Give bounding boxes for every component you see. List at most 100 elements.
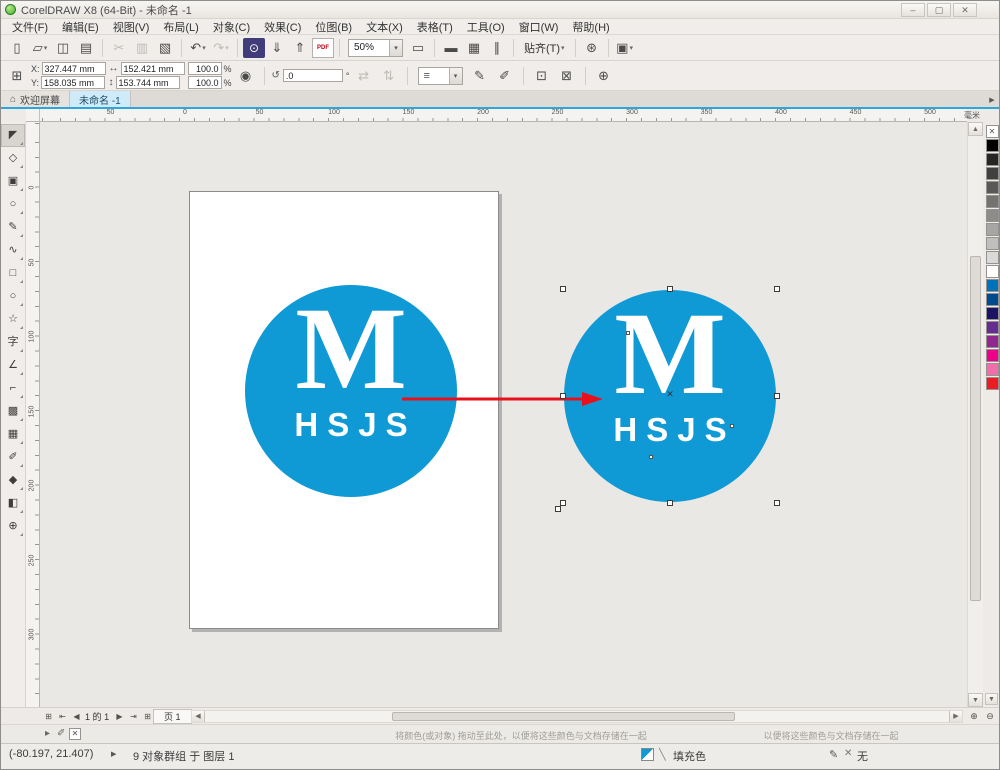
paste-button[interactable]: ▧: [154, 37, 176, 59]
edit-outline-button[interactable]: ✐: [494, 65, 516, 87]
color-swatch-7[interactable]: [985, 223, 999, 236]
color-swatch-10[interactable]: [985, 265, 999, 278]
color-swatch-13[interactable]: [985, 307, 999, 320]
show-grid-button[interactable]: ▦: [463, 37, 485, 59]
y-position-input[interactable]: [41, 76, 106, 89]
horizontal-ruler[interactable]: 50 0 50 100 150 200 250 300 350 400 450 500: [40, 109, 967, 122]
menu-item-file[interactable]: 文件(F): [5, 19, 55, 35]
ungroup-objects-button[interactable]: ⊠: [556, 65, 578, 87]
polygon-tool[interactable]: ☆: [1, 308, 25, 331]
export-button[interactable]: ⇑: [289, 37, 311, 59]
no-color-well[interactable]: ✕: [69, 728, 81, 740]
scale-horizontal-input[interactable]: [187, 62, 222, 75]
red-arrow[interactable]: [398, 388, 608, 410]
vertical-ruler[interactable]: 0 50 100 150 200 250 300: [26, 122, 40, 707]
smart-fill-tool[interactable]: ◧: [1, 492, 25, 515]
menu-item-text[interactable]: 文本(X): [359, 19, 410, 35]
rotation-angle-input[interactable]: [282, 69, 343, 82]
copy-button[interactable]: ▥: [131, 37, 153, 59]
first-page-button[interactable]: ⇤: [56, 710, 69, 723]
scroll-left-button[interactable]: ◀: [192, 711, 205, 722]
color-swatch-5[interactable]: [985, 195, 999, 208]
redo-button[interactable]: ↷ ▾: [210, 37, 232, 59]
fill-color-swatch[interactable]: [641, 748, 654, 761]
last-page-button[interactable]: ⇥: [127, 710, 140, 723]
selection-handle[interactable]: [560, 286, 566, 292]
object-height-input[interactable]: [115, 76, 180, 89]
quick-pan-button[interactable]: ⊖: [983, 710, 997, 723]
maximize-button[interactable]: ▢: [927, 2, 951, 17]
save-button[interactable]: ◫: [52, 37, 74, 59]
palette-scroll-down-button[interactable]: ▼: [985, 693, 998, 705]
tab-welcome-screen[interactable]: ⌂ 欢迎屏幕: [1, 91, 71, 107]
color-swatch-15[interactable]: [985, 335, 999, 348]
ellipse-tool[interactable]: ○: [1, 285, 25, 308]
drawing-canvas[interactable]: M HSJS M HSJS ✕: [40, 122, 967, 707]
eyedropper-icon[interactable]: ✐: [57, 728, 65, 739]
rectangle-tool[interactable]: □: [1, 262, 25, 285]
zoom-level-combo[interactable]: 50% ▾: [348, 38, 403, 57]
no-color-swatch[interactable]: ✕: [985, 125, 999, 138]
add-page-before-button[interactable]: ⊞: [42, 710, 55, 723]
edit-fill-button[interactable]: ✎: [469, 65, 491, 87]
menu-item-effects[interactable]: 效果(C): [257, 19, 308, 35]
snap-to-button[interactable]: 贴齐(T) ▾: [519, 38, 570, 58]
color-swatch-2[interactable]: [985, 153, 999, 166]
parallel-dimension-tool[interactable]: ∠: [1, 354, 25, 377]
chevron-down-icon[interactable]: ▾: [448, 67, 462, 84]
color-swatch-12[interactable]: [985, 293, 999, 306]
tab-scroll-right-button[interactable]: ▶: [985, 93, 999, 107]
freehand-tool[interactable]: ✎: [1, 216, 25, 239]
mirror-vertical-button[interactable]: ⇅: [378, 65, 400, 87]
color-swatch-14[interactable]: [985, 321, 999, 334]
node-marker[interactable]: [730, 424, 734, 428]
scale-vertical-input[interactable]: [187, 76, 222, 89]
menu-item-help[interactable]: 帮助(H): [565, 19, 616, 35]
selection-handle[interactable]: [774, 286, 780, 292]
menu-item-layout[interactable]: 布局(L): [156, 19, 205, 35]
pick-tool[interactable]: ◤: [1, 124, 25, 147]
new-document-button[interactable]: ▯: [6, 37, 28, 59]
open-button[interactable]: ▱ ▾: [29, 37, 51, 59]
scroll-up-button[interactable]: ▲: [968, 122, 983, 136]
fullscreen-preview-button[interactable]: ▭: [407, 37, 429, 59]
options-button[interactable]: ⊛: [581, 37, 603, 59]
text-tool[interactable]: 字: [1, 331, 25, 354]
menu-item-table[interactable]: 表格(T): [410, 19, 460, 35]
tab-untitled-document[interactable]: 未命名 -1: [70, 91, 131, 107]
node-marker[interactable]: [649, 455, 653, 459]
horizontal-scroll-thumb[interactable]: [392, 712, 735, 721]
cut-button[interactable]: ✂: [108, 37, 130, 59]
chevron-down-icon[interactable]: ▾: [389, 39, 402, 56]
document-palette[interactable]: ▸ ✐ ✕ 将颜色(或对象) 拖动至此处，以便将这些颜色与文档存储在一起 以便将…: [1, 724, 999, 743]
publish-pdf-button[interactable]: PDF: [312, 37, 334, 58]
color-swatch-16[interactable]: [985, 349, 999, 362]
more-options-button[interactable]: ⊕: [593, 65, 615, 87]
selection-handle[interactable]: [667, 500, 673, 506]
object-width-input[interactable]: [120, 62, 185, 75]
color-swatch-11[interactable]: [985, 279, 999, 292]
interactive-fill-tool[interactable]: ◆: [1, 469, 25, 492]
crop-tool[interactable]: ▣: [1, 170, 25, 193]
print-button[interactable]: ▤: [75, 37, 97, 59]
show-rulers-button[interactable]: ▬: [440, 37, 462, 59]
color-swatch-3[interactable]: [985, 167, 999, 180]
ruler-origin-box[interactable]: [26, 109, 40, 122]
selection-handle[interactable]: [560, 393, 566, 399]
color-swatch-1[interactable]: [985, 139, 999, 152]
undo-button[interactable]: ↶ ▾: [187, 37, 209, 59]
selection-handle[interactable]: [774, 393, 780, 399]
horizontal-scrollbar[interactable]: ◀ ▶: [191, 710, 963, 723]
color-eyedropper-tool[interactable]: ✐: [1, 446, 25, 469]
quick-zoom-button[interactable]: ⊕: [967, 710, 981, 723]
mirror-horizontal-button[interactable]: ⇄: [353, 65, 375, 87]
scroll-down-button[interactable]: ▼: [968, 693, 983, 707]
menu-item-window[interactable]: 窗口(W): [512, 19, 566, 35]
next-page-button[interactable]: ▶: [113, 710, 126, 723]
application-launcher-button[interactable]: ▣ ▾: [614, 37, 636, 59]
x-position-input[interactable]: [41, 62, 106, 75]
mesh-fill-tool[interactable]: ▦: [1, 423, 25, 446]
import-button[interactable]: ⇓: [266, 37, 288, 59]
color-swatch-8[interactable]: [985, 237, 999, 250]
selection-handle[interactable]: [555, 506, 561, 512]
